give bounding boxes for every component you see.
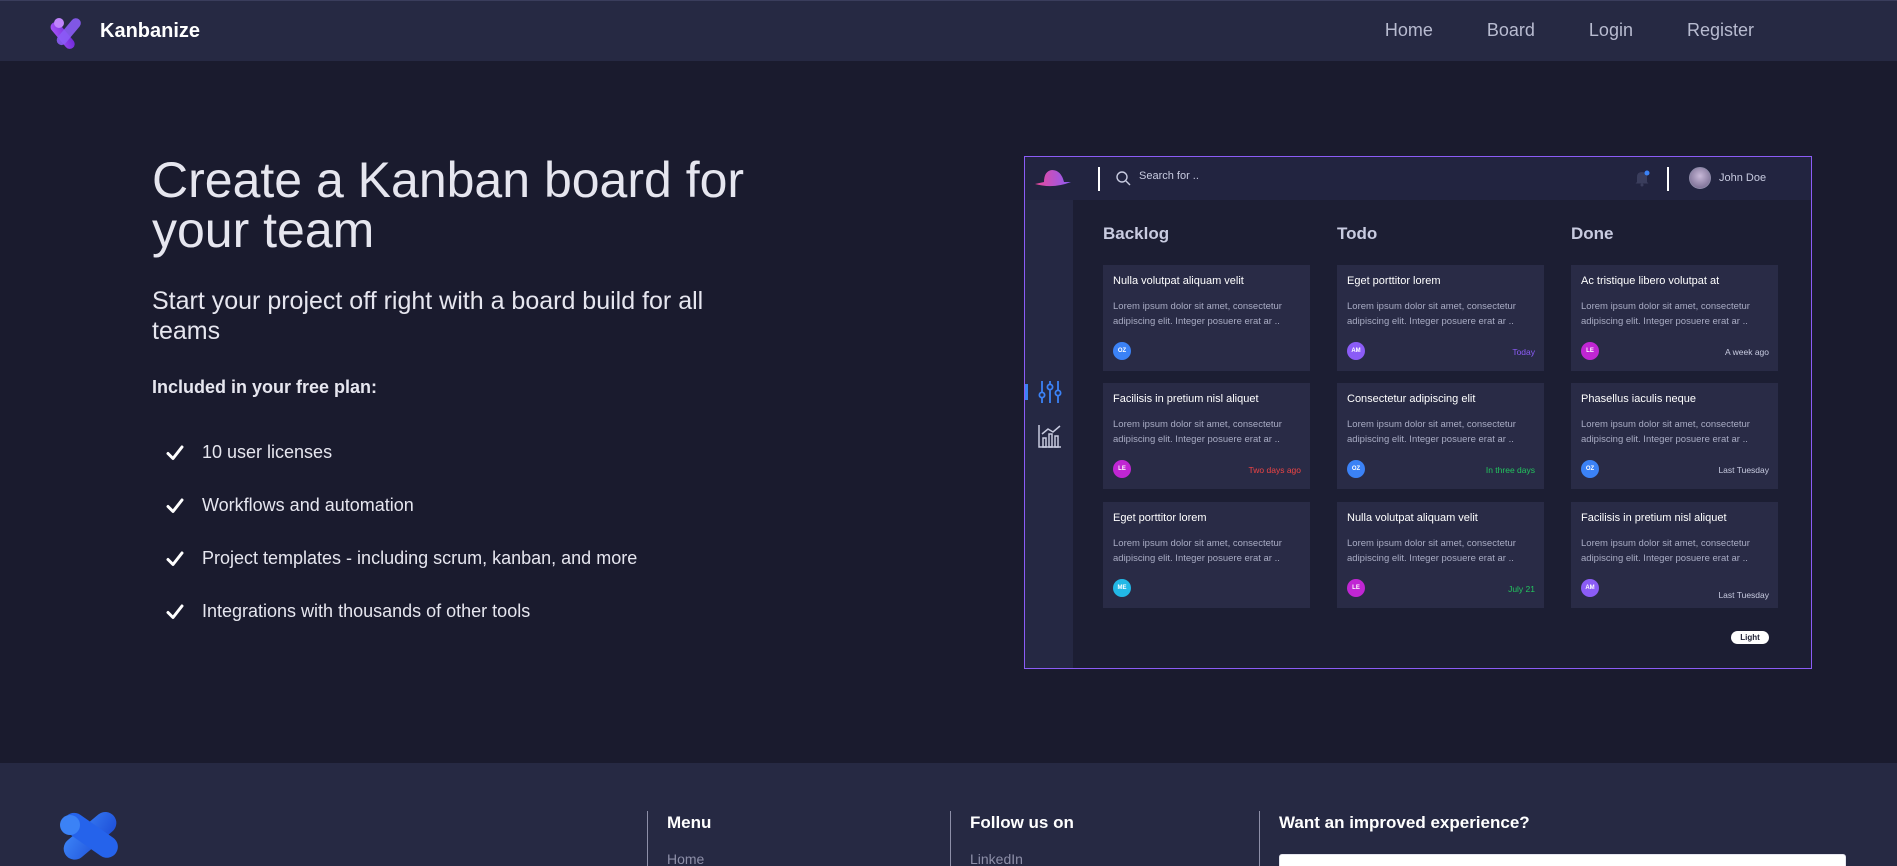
column-title-backlog: Backlog bbox=[1103, 224, 1170, 243]
footer-follow-column: Follow us on LinkedIn bbox=[950, 811, 1250, 866]
feature-label: Workflows and automation bbox=[202, 495, 414, 515]
column-title-done: Done bbox=[1571, 224, 1614, 243]
card-date: In three days bbox=[1485, 465, 1535, 475]
preview-topbar: Search for .. John Doe bbox=[1025, 157, 1811, 200]
card-body: Lorem ipsum dolor sit amet, consectetur … bbox=[1347, 301, 1516, 327]
card-avatar: ME bbox=[1113, 579, 1131, 597]
sidebar-active-marker bbox=[1025, 384, 1028, 400]
nav-link-register[interactable]: Register bbox=[1687, 20, 1754, 41]
preview-user-name[interactable]: John Doe bbox=[1719, 172, 1766, 184]
bell-icon[interactable] bbox=[1634, 169, 1650, 187]
feature-item: Workflows and automation bbox=[165, 479, 637, 532]
card-title: Consectetur adipiscing elit bbox=[1347, 393, 1476, 405]
card-date: Two days ago bbox=[1248, 465, 1301, 475]
footer-newsletter-heading: Want an improved experience? bbox=[1279, 813, 1530, 832]
avatar[interactable] bbox=[1689, 167, 1711, 189]
board-preview: Search for .. John Doe Backlog Todo Done… bbox=[1024, 156, 1812, 669]
brand-logo-icon bbox=[60, 811, 118, 860]
card-title: Nulla volutpat aliquam velit bbox=[1347, 512, 1478, 524]
brand[interactable]: Kanbanize bbox=[50, 13, 200, 49]
filters-icon[interactable] bbox=[1037, 379, 1063, 405]
card-date: A week ago bbox=[1725, 347, 1769, 357]
check-icon bbox=[166, 604, 184, 619]
kanban-card[interactable]: Facilisis in pretium nisl aliquet Lorem … bbox=[1571, 502, 1778, 608]
feature-label: Project templates - including scrum, kan… bbox=[202, 548, 638, 568]
card-avatar: LE bbox=[1113, 460, 1131, 478]
card-date: Last Tuesday bbox=[1718, 465, 1769, 475]
card-body: Lorem ipsum dolor sit amet, consectetur … bbox=[1113, 538, 1282, 564]
card-avatar: LE bbox=[1581, 342, 1599, 360]
card-body: Lorem ipsum dolor sit amet, consectetur … bbox=[1581, 301, 1750, 327]
kanban-card[interactable]: Facilisis in pretium nisl aliquet Lorem … bbox=[1103, 383, 1310, 489]
footer-link-linkedin[interactable]: LinkedIn bbox=[970, 851, 1250, 866]
search-icon bbox=[1116, 171, 1131, 186]
footer-menu-column: Menu Home bbox=[647, 811, 947, 866]
nav-link-login[interactable]: Login bbox=[1589, 20, 1633, 41]
feature-item: Project templates - including scrum, kan… bbox=[165, 532, 637, 585]
card-avatar: OZ bbox=[1581, 460, 1599, 478]
feature-list: 10 user licenses Workflows and automatio… bbox=[165, 426, 637, 638]
card-title: Eget porttitor lorem bbox=[1347, 275, 1441, 287]
chart-icon[interactable] bbox=[1037, 423, 1063, 449]
column-title-todo: Todo bbox=[1337, 224, 1378, 243]
card-avatar: OZ bbox=[1113, 342, 1131, 360]
nav-link-home[interactable]: Home bbox=[1385, 20, 1433, 41]
check-icon bbox=[166, 498, 184, 513]
theme-toggle-button[interactable]: Light bbox=[1731, 631, 1769, 644]
newsletter-email-input[interactable] bbox=[1279, 854, 1846, 866]
footer: Menu Home Follow us on LinkedIn Want an … bbox=[0, 763, 1897, 866]
feature-item: 10 user licenses bbox=[165, 426, 637, 479]
card-body: Lorem ipsum dolor sit amet, consectetur … bbox=[1581, 419, 1750, 445]
feature-item: Integrations with thousands of other too… bbox=[165, 585, 637, 638]
feature-label: 10 user licenses bbox=[202, 442, 333, 462]
card-title: Eget porttitor lorem bbox=[1113, 512, 1207, 524]
preview-divider bbox=[1098, 167, 1100, 191]
check-icon bbox=[166, 445, 184, 460]
card-avatar: LE bbox=[1347, 579, 1365, 597]
kanban-card[interactable]: Nulla volutpat aliquam velit Lorem ipsum… bbox=[1103, 265, 1310, 371]
brand-name: Kanbanize bbox=[100, 19, 201, 42]
feature-label: Integrations with thousands of other too… bbox=[202, 601, 531, 621]
card-title: Nulla volutpat aliquam velit bbox=[1113, 275, 1244, 287]
footer-menu-heading: Menu bbox=[667, 813, 712, 832]
nav-links: Home Board Login Register bbox=[1331, 20, 1754, 41]
card-title: Phasellus iaculis neque bbox=[1581, 393, 1696, 405]
nav-link-board[interactable]: Board bbox=[1487, 20, 1535, 41]
card-avatar: AM bbox=[1347, 342, 1365, 360]
hero-subtitle: Start your project off right with a boar… bbox=[152, 287, 704, 345]
card-body: Lorem ipsum dolor sit amet, consectetur … bbox=[1581, 538, 1750, 564]
kanban-card[interactable]: Phasellus iaculis neque Lorem ipsum dolo… bbox=[1571, 383, 1778, 489]
card-avatar: AM bbox=[1581, 579, 1599, 597]
card-body: Lorem ipsum dolor sit amet, consectetur … bbox=[1347, 538, 1516, 564]
hero-title: Create a Kanban board for your team bbox=[152, 152, 745, 258]
card-body: Lorem ipsum dolor sit amet, consectetur … bbox=[1113, 419, 1282, 445]
plan-label: Included in your free plan: bbox=[152, 377, 378, 397]
card-date: Last Tuesday bbox=[1718, 590, 1769, 600]
kanban-card[interactable]: Eget porttitor lorem Lorem ipsum dolor s… bbox=[1337, 265, 1544, 371]
brand-logo-icon bbox=[50, 18, 81, 49]
footer-follow-heading: Follow us on bbox=[970, 813, 1074, 832]
card-title: Facilisis in pretium nisl aliquet bbox=[1581, 512, 1727, 524]
kanban-card[interactable]: Nulla volutpat aliquam velit Lorem ipsum… bbox=[1337, 502, 1544, 608]
hat-logo-icon bbox=[1035, 170, 1071, 187]
preview-search-input[interactable]: Search for .. bbox=[1139, 170, 1199, 182]
navbar: Kanbanize Home Board Login Register bbox=[0, 0, 1897, 61]
footer-link-home[interactable]: Home bbox=[667, 851, 947, 866]
card-date: Today bbox=[1512, 347, 1535, 357]
kanban-card[interactable]: Ac tristique libero volutpat at Lorem ip… bbox=[1571, 265, 1778, 371]
card-title: Facilisis in pretium nisl aliquet bbox=[1113, 393, 1259, 405]
card-avatar: OZ bbox=[1347, 460, 1365, 478]
card-body: Lorem ipsum dolor sit amet, consectetur … bbox=[1113, 301, 1282, 327]
kanban-card[interactable]: Consectetur adipiscing elit Lorem ipsum … bbox=[1337, 383, 1544, 489]
kanban-card[interactable]: Eget porttitor lorem Lorem ipsum dolor s… bbox=[1103, 502, 1310, 608]
card-title: Ac tristique libero volutpat at bbox=[1581, 275, 1720, 287]
check-icon bbox=[166, 551, 184, 566]
preview-divider bbox=[1667, 167, 1669, 191]
card-body: Lorem ipsum dolor sit amet, consectetur … bbox=[1347, 419, 1516, 445]
card-date: July 21 bbox=[1508, 584, 1535, 594]
